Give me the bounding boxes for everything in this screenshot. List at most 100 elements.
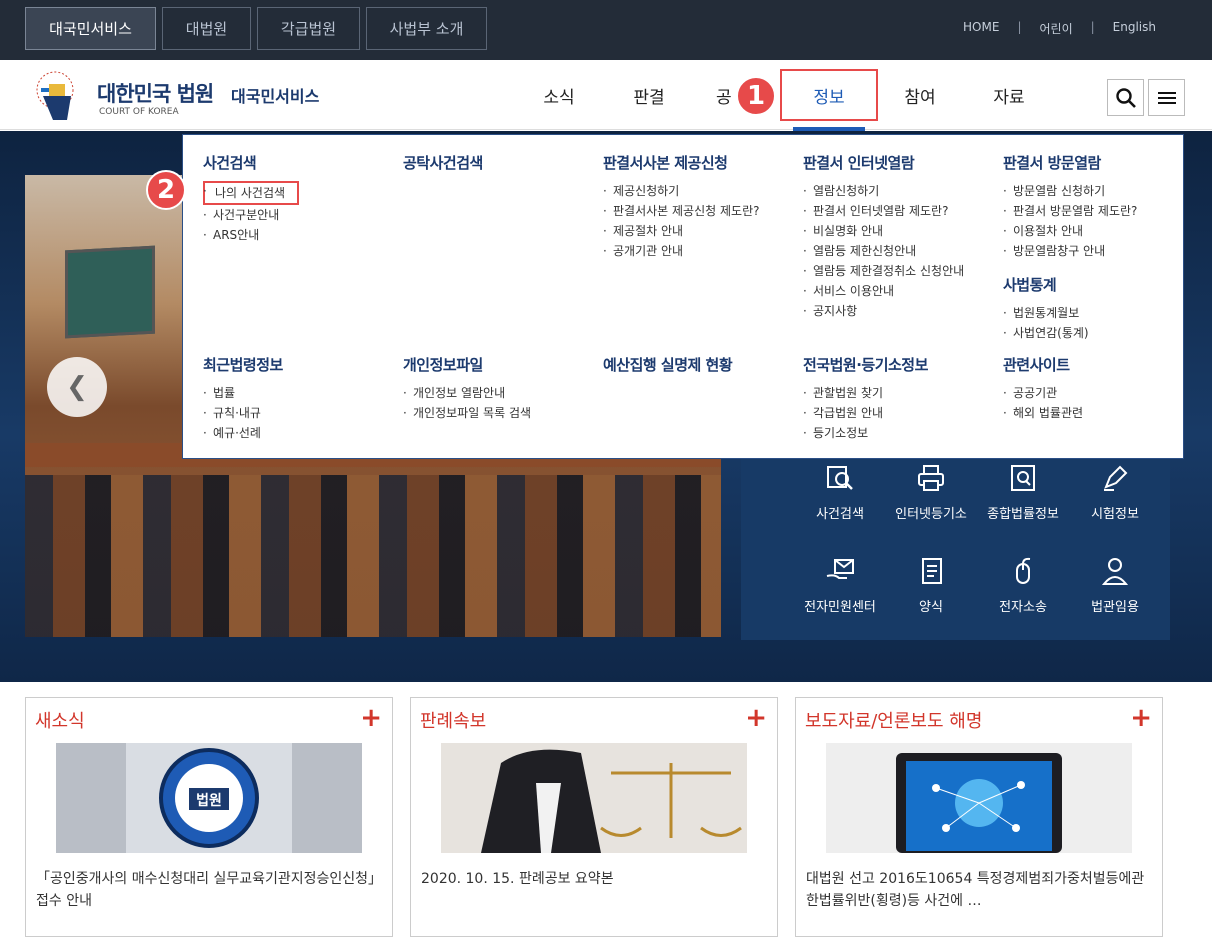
menu-item[interactable]: 관할법원 찾기 bbox=[803, 383, 928, 403]
menu-item[interactable]: 방문열람창구 안내 bbox=[1003, 241, 1137, 261]
menu-group-title[interactable]: 최근법령정보 bbox=[203, 354, 283, 375]
quick-label: 전자민원센터 bbox=[804, 600, 876, 615]
quick-e-litigation[interactable]: 전자소송 bbox=[977, 556, 1069, 646]
card-title[interactable]: 새소식 bbox=[35, 707, 85, 733]
menu-group-title[interactable]: 사건검색 bbox=[203, 152, 299, 173]
menu-group-related: 관련사이트 공공기관 해외 법률관련 bbox=[1003, 354, 1083, 423]
quick-e-civil-center[interactable]: 전자민원센터 bbox=[794, 556, 886, 646]
more-plus-icon[interactable]: + bbox=[360, 703, 382, 733]
quick-label: 종합법률정보 bbox=[987, 507, 1059, 522]
menu-item[interactable]: 판결서사본 제공신청 제도란? bbox=[603, 201, 759, 221]
tab-about-judiciary[interactable]: 사법부 소개 bbox=[366, 7, 487, 50]
menu-group-deposit-search: 공탁사건검색 bbox=[403, 152, 483, 181]
menu-item[interactable]: 공공기관 bbox=[1003, 383, 1083, 403]
tab-courts[interactable]: 각급법원 bbox=[257, 7, 360, 50]
kids-link[interactable]: 어린이 bbox=[1021, 20, 1090, 37]
quick-judge-appointment[interactable]: 법관임용 bbox=[1069, 556, 1161, 646]
menu-group-title[interactable]: 개인정보파일 bbox=[403, 354, 531, 375]
menu-group-title[interactable]: 전국법원·등기소정보 bbox=[803, 354, 928, 375]
menu-item[interactable]: 서비스 이용안내 bbox=[803, 281, 964, 301]
menu-item[interactable]: 공개기관 안내 bbox=[603, 241, 759, 261]
card-title[interactable]: 보도자료/언론보도 해명 bbox=[805, 707, 982, 733]
menu-group-title[interactable]: 판결서 방문열람 bbox=[1003, 152, 1137, 173]
scales-thumbnail[interactable] bbox=[441, 743, 747, 853]
menu-item[interactable]: 비실명화 안내 bbox=[803, 221, 964, 241]
menu-item[interactable]: 열람신청하기 bbox=[803, 181, 964, 201]
menu-item[interactable]: 예규·선례 bbox=[203, 423, 283, 443]
menu-item[interactable]: 개인정보파일 목록 검색 bbox=[403, 403, 531, 423]
quick-internet-registry[interactable]: 인터넷등기소 bbox=[885, 463, 977, 553]
menu-item[interactable]: 판결서 방문열람 제도란? bbox=[1003, 201, 1137, 221]
quick-forms[interactable]: 양식 bbox=[885, 556, 977, 646]
menu-item-my-case-search[interactable]: 나의 사건검색 bbox=[203, 181, 300, 205]
menu-button[interactable] bbox=[1148, 79, 1185, 116]
more-plus-icon[interactable]: + bbox=[1130, 703, 1152, 733]
quick-legal-info[interactable]: 종합법률정보 bbox=[977, 463, 1069, 553]
mouse-icon bbox=[1016, 557, 1031, 584]
card-headline[interactable]: 2020. 10. 15. 판례공보 요약본 bbox=[421, 868, 769, 890]
menu-item[interactable]: 이용절차 안내 bbox=[1003, 221, 1137, 241]
tablet-network-thumbnail[interactable] bbox=[826, 743, 1132, 853]
menu-group-title[interactable]: 판결서사본 제공신청 bbox=[603, 152, 759, 173]
courtroom-screen bbox=[65, 245, 155, 339]
nav-resources[interactable]: 자료 bbox=[978, 60, 1040, 130]
search-button[interactable] bbox=[1107, 79, 1144, 116]
menu-group-courts: 전국법원·등기소정보 관할법원 찾기 각급법원 안내 등기소정보 bbox=[803, 354, 928, 443]
menu-item[interactable]: 사건구분안내 bbox=[203, 205, 299, 225]
menu-item[interactable]: ARS안내 bbox=[203, 225, 299, 245]
service-title[interactable]: 대국민서비스 bbox=[231, 83, 319, 107]
card-title[interactable]: 판례속보 bbox=[420, 707, 486, 733]
menu-group-title[interactable]: 판결서 인터넷열람 bbox=[803, 152, 964, 173]
menu-item[interactable]: 등기소정보 bbox=[803, 423, 928, 443]
card-headline[interactable]: 「공인중개사의 매수신청대리 실무교육기관지정승인신청」접수 안내 bbox=[36, 868, 384, 912]
site-logo-title[interactable]: 대한민국 법원 bbox=[97, 78, 214, 108]
menu-item[interactable]: 해외 법률관련 bbox=[1003, 403, 1083, 423]
quick-label: 인터넷등기소 bbox=[895, 507, 967, 522]
menu-item[interactable]: 개인정보 열람안내 bbox=[403, 383, 531, 403]
printer-icon bbox=[918, 465, 944, 491]
menu-group-title[interactable]: 공탁사건검색 bbox=[403, 152, 483, 173]
quick-label: 법관임용 bbox=[1091, 600, 1139, 615]
menu-group-law-info: 최근법령정보 법률 규칙·내규 예규·선례 bbox=[203, 354, 283, 443]
nav-participation[interactable]: 참여 bbox=[889, 60, 951, 130]
step-badge-two: 2 bbox=[146, 170, 186, 210]
home-link[interactable]: HOME bbox=[945, 20, 1017, 37]
nav-news[interactable]: 소식 bbox=[528, 60, 590, 130]
hamburger-icon bbox=[1157, 91, 1176, 104]
menu-item[interactable]: 법률 bbox=[203, 383, 283, 403]
menu-item[interactable]: 규칙·내규 bbox=[203, 403, 283, 423]
menu-item[interactable]: 판결서 인터넷열람 제도란? bbox=[803, 201, 964, 221]
menu-group-title[interactable]: 예산집행 실명제 현황 bbox=[603, 354, 733, 375]
slider-prev-button[interactable]: ❮ bbox=[47, 357, 107, 417]
menu-item[interactable]: 열람등 제한결정취소 신청안내 bbox=[803, 261, 964, 281]
nav-judgment[interactable]: 판결 bbox=[618, 60, 680, 130]
law-book-icon bbox=[1011, 465, 1035, 491]
courtroom-audience bbox=[25, 475, 721, 637]
menu-item[interactable]: 법원통계월보 bbox=[1003, 303, 1089, 323]
menu-item[interactable]: 각급법원 안내 bbox=[803, 403, 928, 423]
seal-text: 법원 bbox=[196, 793, 222, 809]
card-headline[interactable]: 대법원 선고 2016도10654 특정경제범죄가중처벌등에관한법률위반(횡령)… bbox=[806, 868, 1154, 912]
press-card: 보도자료/언론보도 해명 + 대법원 선고 2016도10654 특정경제범죄가… bbox=[795, 697, 1163, 937]
news-card: 새소식 + 법원 「공인중개사의 매수신청대리 실무교육기관지정승인신청」접수 … bbox=[25, 697, 393, 937]
menu-group-title[interactable]: 사법통계 bbox=[1003, 274, 1089, 295]
quick-case-search[interactable]: 사건검색 bbox=[794, 463, 886, 553]
menu-item[interactable]: 사법연감(통계) bbox=[1003, 323, 1089, 343]
english-link[interactable]: English bbox=[1095, 20, 1174, 37]
menu-item[interactable]: 제공절차 안내 bbox=[603, 221, 759, 241]
menu-group-case-search: 사건검색 나의 사건검색 사건구분안내 ARS안내 bbox=[203, 152, 300, 245]
court-seal-thumbnail[interactable]: 법원 bbox=[56, 743, 362, 853]
menu-item[interactable]: 공지사항 bbox=[803, 301, 964, 321]
menu-group-title[interactable]: 관련사이트 bbox=[1003, 354, 1083, 375]
quick-exam-info[interactable]: 시험정보 bbox=[1069, 463, 1161, 553]
tab-public-service[interactable]: 대국민서비스 bbox=[25, 7, 156, 50]
menu-item[interactable]: 열람등 제한신청안내 bbox=[803, 241, 964, 261]
tab-supreme-court[interactable]: 대법원 bbox=[162, 7, 251, 50]
menu-item[interactable]: 제공신청하기 bbox=[603, 181, 759, 201]
menu-item[interactable]: 방문열람 신청하기 bbox=[1003, 181, 1137, 201]
more-plus-icon[interactable]: + bbox=[745, 703, 767, 733]
nav-information[interactable]: 정보 bbox=[780, 69, 878, 121]
chevron-left-icon: ❮ bbox=[66, 372, 88, 402]
form-icon bbox=[922, 558, 942, 584]
court-emblem-icon[interactable] bbox=[27, 68, 89, 122]
